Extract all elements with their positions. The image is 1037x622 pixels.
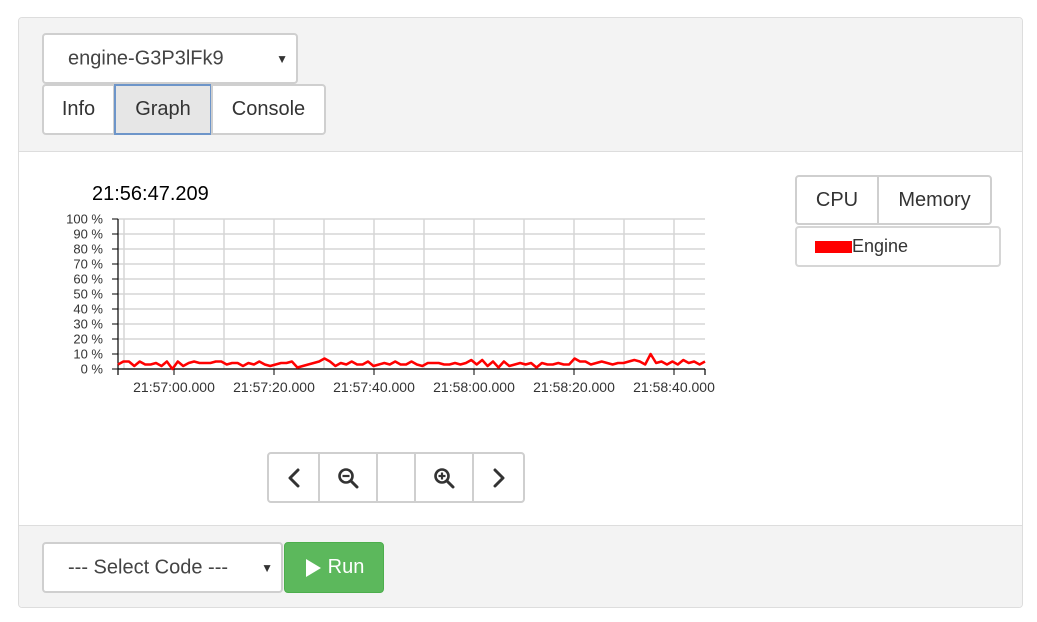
tab-info[interactable]: Info <box>42 84 115 135</box>
tab-console[interactable]: Console <box>211 84 326 135</box>
cpu-button-label: CPU <box>815 188 859 211</box>
legend-label: Engine <box>852 236 909 256</box>
zoom-reset-button[interactable] <box>376 452 416 503</box>
dropdown-arrow-icon: ▼ <box>276 51 288 66</box>
run-button-label: Run <box>327 556 365 578</box>
tab-info-label: Info <box>61 98 96 120</box>
memory-button[interactable]: Memory <box>877 175 992 225</box>
cpu-button[interactable]: CPU <box>795 175 879 225</box>
code-select-value: --- Select Code --- <box>68 556 229 578</box>
run-button[interactable]: Run <box>284 542 384 593</box>
tab-console-label: Console <box>231 98 306 120</box>
dropdown-arrow-icon: ▼ <box>261 560 273 575</box>
pan-right-button[interactable] <box>472 452 525 503</box>
graph-timestamp: 21:56:47.209 <box>92 183 209 205</box>
engine-select[interactable]: engine-G3P3lFk9 ▼ <box>42 33 298 84</box>
zoom-out-button[interactable] <box>318 452 378 503</box>
engine-select-value: engine-G3P3lFk9 <box>68 47 224 69</box>
code-select[interactable]: --- Select Code --- ▼ <box>42 542 283 593</box>
play-icon <box>305 558 321 577</box>
memory-button-label: Memory <box>898 188 971 211</box>
zoom-in-icon <box>434 467 455 488</box>
chevron-left-icon <box>288 468 299 487</box>
tab-graph-label: Graph <box>135 98 191 120</box>
chart-legend: Engine <box>795 226 1001 267</box>
zoom-out-icon <box>338 467 359 488</box>
legend-swatch <box>815 241 852 253</box>
zoom-in-button[interactable] <box>414 452 474 503</box>
chevron-right-icon <box>493 468 504 487</box>
tab-graph[interactable]: Graph <box>114 84 212 135</box>
pan-left-button[interactable] <box>267 452 320 503</box>
